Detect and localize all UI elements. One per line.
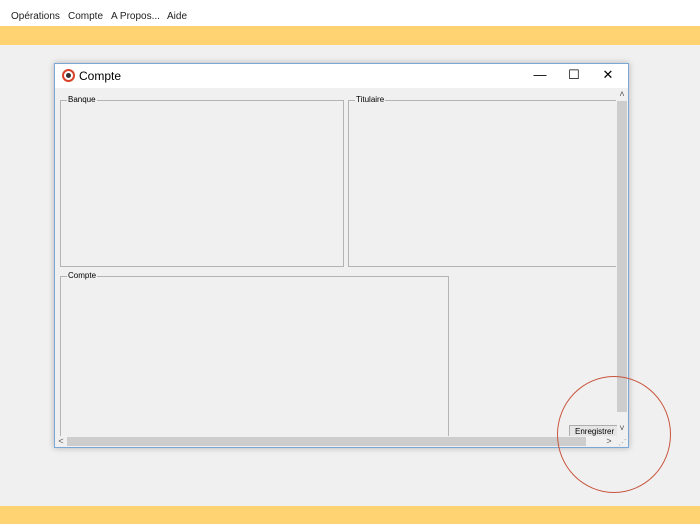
banque-group-label: Banque xyxy=(67,95,97,105)
scroll-down-icon[interactable]: ˅ xyxy=(616,422,628,434)
scroll-left-icon[interactable]: < xyxy=(55,436,67,447)
maximize-button[interactable]: ☐ xyxy=(557,64,591,88)
app-icon xyxy=(62,69,75,82)
minimize-button[interactable]: — xyxy=(523,64,557,88)
compte-group-label: Compte xyxy=(67,271,98,281)
scroll-right-icon[interactable]: > xyxy=(603,436,615,447)
menu-aide[interactable]: Aide xyxy=(167,11,187,22)
banque-groupbox: Banque xyxy=(60,95,344,267)
bottom-accent-band xyxy=(0,506,700,524)
horizontal-scrollbar[interactable]: < > xyxy=(55,436,616,447)
window-titlebar[interactable]: Compte — ☐ ✕ xyxy=(55,64,628,88)
titulaire-group-label: Titulaire xyxy=(355,95,386,105)
compte-window: Compte — ☐ ✕ Banque Titulaire Compte ˄ ˅… xyxy=(54,63,629,448)
resize-grip-icon[interactable]: ⋰ xyxy=(617,437,628,447)
window-title: Compte xyxy=(79,69,122,83)
menu-bar: Opérations Compte A Propos... Aide xyxy=(0,0,700,26)
vertical-scrollbar[interactable]: ˄ ˅ xyxy=(616,88,628,436)
menu-operations[interactable]: Opérations xyxy=(11,11,60,22)
top-accent-band xyxy=(0,26,700,45)
menu-compte[interactable]: Compte xyxy=(68,11,103,22)
menu-a-propos[interactable]: A Propos... xyxy=(111,11,160,22)
vertical-scroll-thumb[interactable] xyxy=(617,101,627,412)
close-button[interactable]: ✕ xyxy=(591,64,625,88)
horizontal-scroll-thumb[interactable] xyxy=(67,437,586,446)
compte-groupbox: Compte xyxy=(60,271,449,440)
scroll-up-icon[interactable]: ˄ xyxy=(616,88,628,100)
titulaire-groupbox: Titulaire xyxy=(348,95,623,267)
